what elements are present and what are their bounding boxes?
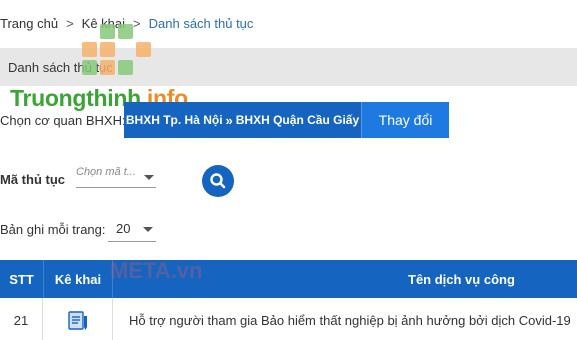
breadcrumb-home[interactable]: Trang chủ [0, 16, 58, 31]
breadcrumb-separator: > [133, 15, 141, 31]
row-service-name[interactable]: Hỗ trợ người tham gia Bảo hiểm thất nghi… [113, 298, 577, 340]
procedure-code-select[interactable]: Chọn mã t... [76, 162, 156, 188]
table-header: STT Kê khai Tên dịch vụ công [0, 260, 577, 298]
caret-down-icon [144, 175, 154, 180]
column-header-service-name: Tên dịch vụ công [408, 271, 515, 287]
rows-per-page-value: 20 [116, 221, 131, 236]
section-title: Danh sách thủ tục [8, 60, 113, 75]
row-declare-cell [43, 298, 113, 340]
change-agency-button[interactable]: Thay đổi [361, 102, 449, 138]
search-icon [210, 173, 226, 189]
agency-level1: BHXH Tp. Hà Nội [125, 113, 223, 127]
rows-per-page-label: Bản ghi mỗi trang: [0, 222, 106, 237]
breadcrumb-current: Danh sách thủ tục [148, 15, 254, 31]
caret-down-icon [143, 227, 153, 232]
agency-path: BHXH Tp. Hà Nội » BHXH Quận Cầu Giấy [124, 102, 361, 138]
row-stt: 21 [0, 298, 43, 340]
section-header: Danh sách thủ tục [0, 48, 577, 86]
procedures-table: STT Kê khai Tên dịch vụ công 21 Hỗ trợ n… [0, 260, 577, 340]
column-header-declare: Kê khai [43, 260, 113, 298]
breadcrumb-declare[interactable]: Kê khai [82, 16, 125, 31]
rows-per-page-select[interactable]: 20 [108, 216, 156, 242]
table-row: 21 Hỗ trợ người tham gia Bảo hiểm thất n… [0, 298, 577, 340]
column-header-stt: STT [9, 271, 34, 287]
breadcrumb-separator: > [66, 15, 74, 31]
procedure-code-label: Mã thủ tục [0, 172, 65, 187]
form-document-icon[interactable] [67, 309, 89, 331]
agency-label: Chọn cơ quan BHXH: [0, 113, 126, 128]
procedure-code-placeholder: Chọn mã t... [76, 166, 136, 178]
double-chevron-right-icon: » [225, 112, 233, 128]
agency-level2: BHXH Quận Cầu Giấy [235, 113, 360, 127]
breadcrumb: Trang chủ > Kê khai > Danh sách thủ tục [0, 13, 253, 33]
search-button[interactable] [202, 165, 234, 197]
